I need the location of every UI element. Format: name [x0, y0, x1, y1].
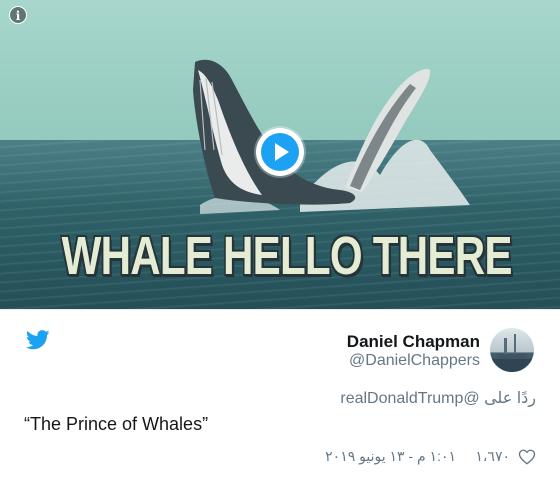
- author-handle[interactable]: @DanielChappers: [349, 352, 480, 370]
- tweet-footer: ١،٦٧٠ ١:٠١ م - ١٣ يونيو ٢٠١٩: [24, 448, 536, 466]
- tweet-card: Daniel Chapman @DanielChappers ردًا على …: [0, 309, 560, 479]
- author-name[interactable]: Daniel Chapman: [347, 332, 480, 352]
- reply-to-line[interactable]: ردًا على @realDonaldTrump: [340, 388, 536, 408]
- tweet-timestamp[interactable]: ١:٠١ م - ١٣ يونيو ٢٠١٩: [325, 448, 456, 465]
- heart-icon[interactable]: [518, 448, 536, 466]
- avatar[interactable]: [490, 328, 534, 372]
- gif-caption: WHALE HELLO THERE: [61, 226, 513, 286]
- twitter-bird-icon[interactable]: [26, 330, 50, 350]
- avatar-image: [490, 334, 534, 372]
- like-count[interactable]: ١،٦٧٠: [475, 448, 510, 465]
- tweet-text: “The Prince of Whales”: [24, 414, 209, 434]
- play-icon: [261, 133, 299, 171]
- play-button[interactable]: [256, 128, 304, 176]
- info-icon[interactable]: i: [9, 6, 27, 24]
- tweet-media-video[interactable]: i WHALE HELLO THERE: [0, 0, 560, 309]
